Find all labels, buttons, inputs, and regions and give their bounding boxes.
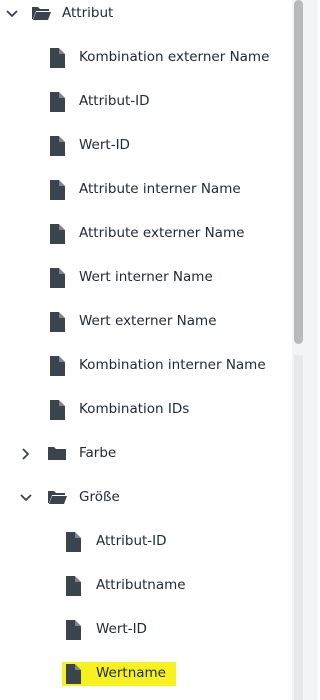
folder-open-icon	[32, 7, 51, 20]
tree-node-label: Attribute interner Name	[79, 181, 241, 197]
tree-node-label: Wert externer Name	[79, 313, 217, 329]
tree-node-wertname[interactable]: Wertname	[0, 652, 292, 696]
scrollbar-track[interactable]	[294, 355, 303, 700]
tree-node-label: Attribut	[62, 5, 114, 21]
tree-node-file[interactable]: Kombination externer Name	[0, 36, 292, 80]
attribute-tree: Attribut Kombination externer Name Attri…	[0, 0, 292, 700]
vertical-scrollbar[interactable]	[292, 0, 318, 700]
tree-node-label: Wert interner Name	[79, 269, 213, 285]
tree-node-file[interactable]: Wert-ID	[0, 608, 292, 652]
file-icon	[50, 268, 65, 288]
tree-node-label: Farbe	[79, 445, 117, 461]
tree-node-file[interactable]: Attribute externer Name	[0, 212, 292, 256]
file-icon	[50, 312, 65, 332]
tree-node-label: Attributname	[96, 577, 186, 593]
tree-node-file[interactable]: Wert interner Name	[0, 256, 292, 300]
file-icon	[50, 224, 65, 244]
file-icon	[66, 532, 81, 552]
tree-node-label: Attribute externer Name	[79, 225, 245, 241]
tree-node-file[interactable]: Kombination IDs	[0, 388, 292, 432]
tree-node-file[interactable]: Kombination interner Name	[0, 344, 292, 388]
folder-open-icon	[48, 491, 67, 504]
tree-node-label: Wert-ID	[96, 621, 147, 637]
file-icon	[50, 136, 65, 156]
chevron-down-icon[interactable]	[17, 489, 35, 507]
tree-node-label: Größe	[79, 489, 120, 505]
tree-node-label: Wertname	[96, 665, 166, 681]
tree-node-label: Kombination externer Name	[79, 49, 270, 65]
tree-node-attribut[interactable]: Attribut	[0, 0, 292, 36]
tree-node-file[interactable]: Attribute interner Name	[0, 168, 292, 212]
tree-node-label: Kombination interner Name	[79, 357, 266, 373]
file-icon	[50, 92, 65, 112]
file-icon	[66, 664, 81, 684]
tree-node-label: Attribut-ID	[79, 93, 150, 109]
tree-node-file[interactable]: Attributname	[0, 564, 292, 608]
chevron-right-icon[interactable]	[17, 445, 35, 463]
file-icon	[50, 356, 65, 376]
folder-icon	[48, 447, 66, 460]
tree-node-file[interactable]: Attribut-ID	[0, 80, 292, 124]
file-icon	[66, 576, 81, 596]
file-icon	[50, 180, 65, 200]
tree-node-label: Wert-ID	[79, 137, 130, 153]
file-icon	[50, 48, 65, 68]
file-icon	[66, 620, 81, 640]
tree-node-label: Kombination IDs	[79, 401, 190, 417]
tree-node-farbe[interactable]: Farbe	[0, 432, 292, 476]
file-icon	[50, 400, 65, 420]
tree-node-file[interactable]: Attribut-ID	[0, 520, 292, 564]
tree-node-file[interactable]: Wert-ID	[0, 124, 292, 168]
tree-node-file[interactable]: Wert externer Name	[0, 300, 292, 344]
chevron-down-icon[interactable]	[3, 5, 21, 23]
tree-node-groesse[interactable]: Größe	[0, 476, 292, 520]
tree-node-label: Attribut-ID	[96, 533, 167, 549]
scrollbar-thumb[interactable]	[294, 0, 303, 344]
